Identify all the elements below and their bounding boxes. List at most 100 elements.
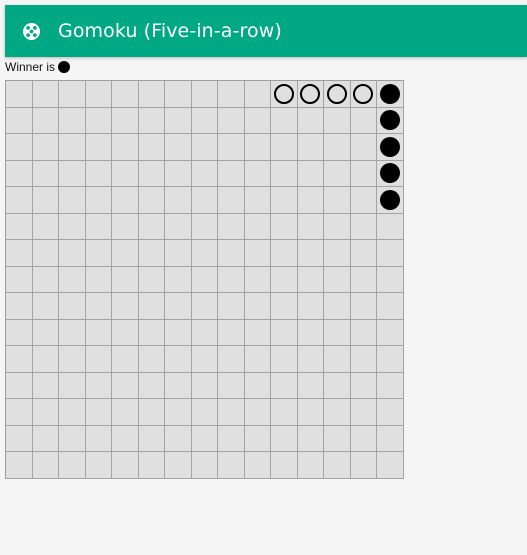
board-cell[interactable] [324,81,351,108]
board-cell[interactable] [165,372,192,399]
board-cell[interactable] [138,213,165,240]
board-cell[interactable] [350,425,377,452]
board-cell[interactable] [218,399,245,426]
board-cell[interactable] [59,107,86,134]
board-cell[interactable] [377,293,404,320]
board-cell[interactable] [138,372,165,399]
board-cell[interactable] [297,134,324,161]
board-cell[interactable] [350,293,377,320]
board-cell[interactable] [165,425,192,452]
board-cell[interactable] [165,319,192,346]
board-cell[interactable] [6,107,33,134]
board-cell[interactable] [112,134,139,161]
board-cell[interactable] [377,346,404,373]
board-cell[interactable] [85,213,112,240]
board-cell[interactable] [85,399,112,426]
board-cell[interactable] [32,319,59,346]
board-cell[interactable] [59,187,86,214]
board-cell[interactable] [218,372,245,399]
board-cell[interactable] [112,372,139,399]
board-cell[interactable] [271,81,298,108]
board-cell[interactable] [6,240,33,267]
board-cell[interactable] [218,319,245,346]
board-cell[interactable] [85,187,112,214]
board-cell[interactable] [377,81,404,108]
board-cell[interactable] [324,372,351,399]
board-cell[interactable] [85,160,112,187]
board-cell[interactable] [59,266,86,293]
board-cell[interactable] [165,160,192,187]
board-cell[interactable] [377,134,404,161]
board-cell[interactable] [377,160,404,187]
board-cell[interactable] [6,187,33,214]
board-cell[interactable] [271,399,298,426]
board-cell[interactable] [191,213,218,240]
board-cell[interactable] [165,293,192,320]
board-cell[interactable] [191,107,218,134]
board-cell[interactable] [191,346,218,373]
board-cell[interactable] [6,134,33,161]
board-cell[interactable] [350,266,377,293]
board-cell[interactable] [191,372,218,399]
board-cell[interactable] [271,319,298,346]
board-cell[interactable] [350,372,377,399]
board-cell[interactable] [85,319,112,346]
board-cell[interactable] [297,293,324,320]
board-cell[interactable] [244,425,271,452]
board-cell[interactable] [32,399,59,426]
board-cell[interactable] [191,319,218,346]
board-cell[interactable] [6,372,33,399]
board-cell[interactable] [138,81,165,108]
board-cell[interactable] [244,319,271,346]
board-cell[interactable] [271,452,298,479]
board-cell[interactable] [138,319,165,346]
board-cell[interactable] [165,81,192,108]
board-cell[interactable] [324,452,351,479]
board-cell[interactable] [377,240,404,267]
board-cell[interactable] [297,346,324,373]
board-cell[interactable] [138,240,165,267]
board-cell[interactable] [165,213,192,240]
board-cell[interactable] [32,81,59,108]
board-cell[interactable] [297,372,324,399]
board-cell[interactable] [165,266,192,293]
board-cell[interactable] [350,319,377,346]
board-cell[interactable] [324,134,351,161]
board-cell[interactable] [138,266,165,293]
board-cell[interactable] [297,452,324,479]
board-cell[interactable] [324,107,351,134]
board-cell[interactable] [32,160,59,187]
board-cell[interactable] [112,107,139,134]
board-cell[interactable] [85,240,112,267]
board-cell[interactable] [112,240,139,267]
board-cell[interactable] [85,346,112,373]
board-cell[interactable] [138,399,165,426]
board-cell[interactable] [165,107,192,134]
board-cell[interactable] [350,240,377,267]
board-cell[interactable] [350,81,377,108]
board-cell[interactable] [59,319,86,346]
board-cell[interactable] [112,160,139,187]
board-cell[interactable] [244,452,271,479]
board-cell[interactable] [218,81,245,108]
board-cell[interactable] [271,187,298,214]
board-cell[interactable] [244,81,271,108]
board-cell[interactable] [32,107,59,134]
board-cell[interactable] [138,107,165,134]
board-cell[interactable] [271,372,298,399]
board-cell[interactable] [85,107,112,134]
board-cell[interactable] [138,134,165,161]
board-cell[interactable] [165,399,192,426]
board-cell[interactable] [350,399,377,426]
board-cell[interactable] [165,187,192,214]
board-cell[interactable] [350,346,377,373]
board-cell[interactable] [59,160,86,187]
board-cell[interactable] [377,213,404,240]
board-cell[interactable] [324,240,351,267]
board-cell[interactable] [165,452,192,479]
board-cell[interactable] [6,266,33,293]
board-cell[interactable] [85,134,112,161]
board-cell[interactable] [324,187,351,214]
board-cell[interactable] [271,293,298,320]
board-cell[interactable] [297,319,324,346]
